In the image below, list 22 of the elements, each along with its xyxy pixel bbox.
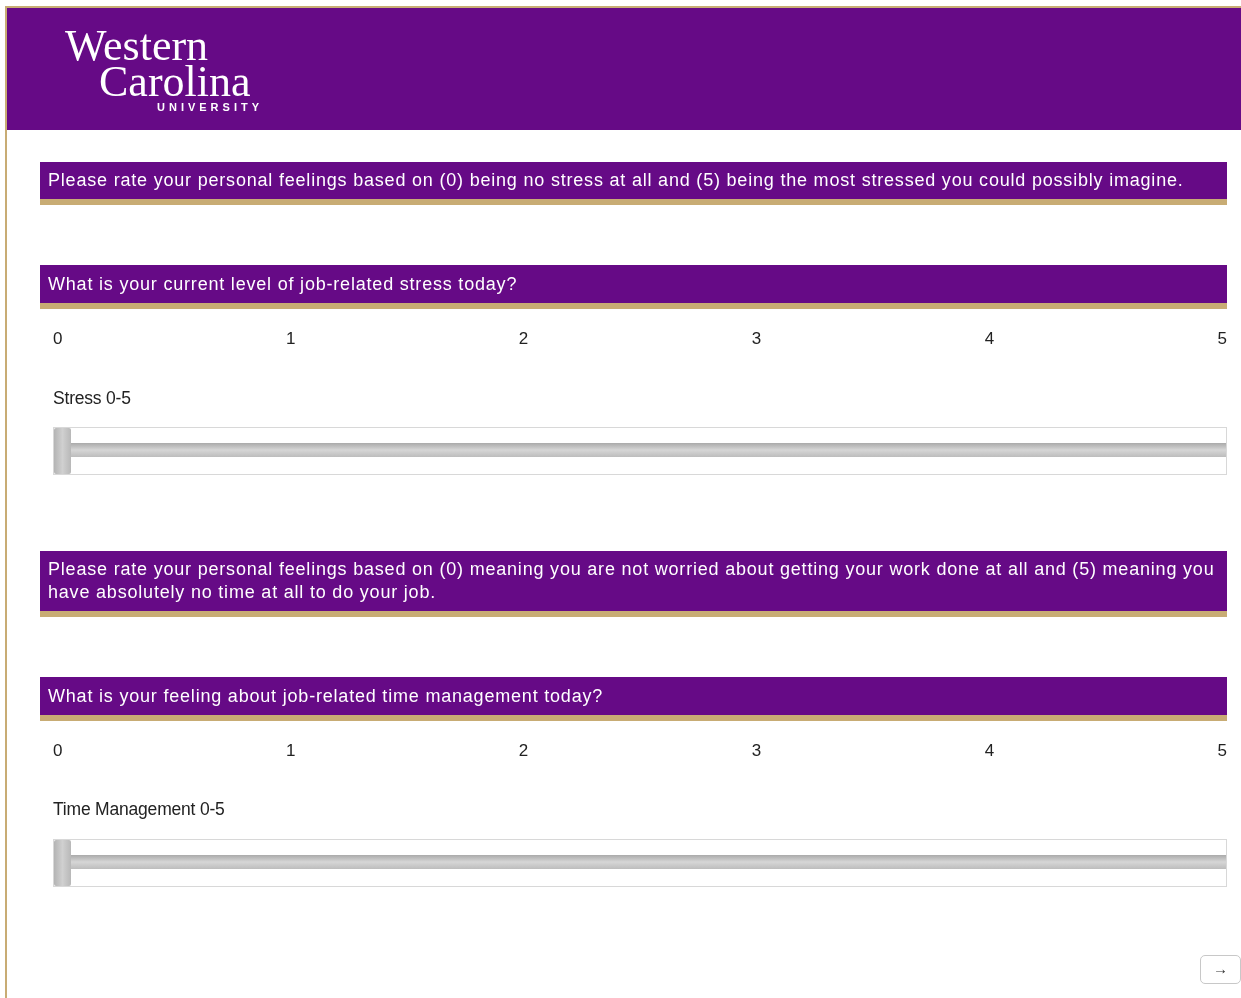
- university-logo: Western Carolina UNIVERSITY: [65, 22, 264, 115]
- question-text: What is your feeling about job-related time management today?: [48, 684, 605, 708]
- next-button[interactable]: →: [1200, 955, 1241, 984]
- scale-tick-label: 4: [984, 739, 995, 762]
- scale-tick-label: 4: [984, 328, 995, 350]
- question-text: What is your current level of job-related stress today?: [48, 273, 519, 296]
- scale-tick-label: 0: [53, 328, 63, 350]
- scale-tick-label: 3: [751, 739, 762, 762]
- scale-tick-label: 5: [1217, 739, 1227, 762]
- slider-label: Time Management 0-5: [53, 798, 226, 822]
- scale-tick-label: 1: [285, 739, 296, 762]
- scale-tick-label: 2: [518, 739, 529, 762]
- scale-tick-label: 5: [1217, 328, 1227, 350]
- scale-tick-label: 3: [751, 328, 762, 350]
- instruction-text: Please rate your personal feelings based on (0) being no stress at all and (5) being the most stressed you could possibly imagine.: [48, 169, 1185, 192]
- scale-tick-label: 0: [53, 739, 63, 762]
- instruction-text: Please rate your personal feelings based on (0) meaning you are not worried about getting your work done at all and (5) meaning you have absolutely no time at all to do your job.: [48, 557, 1216, 604]
- slider-handle[interactable]: [54, 427, 71, 474]
- scale-tick-label: 2: [518, 328, 529, 350]
- slider-label: Stress 0-5: [53, 386, 132, 410]
- scale-tick-label: 1: [285, 328, 296, 350]
- slider-handle[interactable]: [54, 839, 71, 886]
